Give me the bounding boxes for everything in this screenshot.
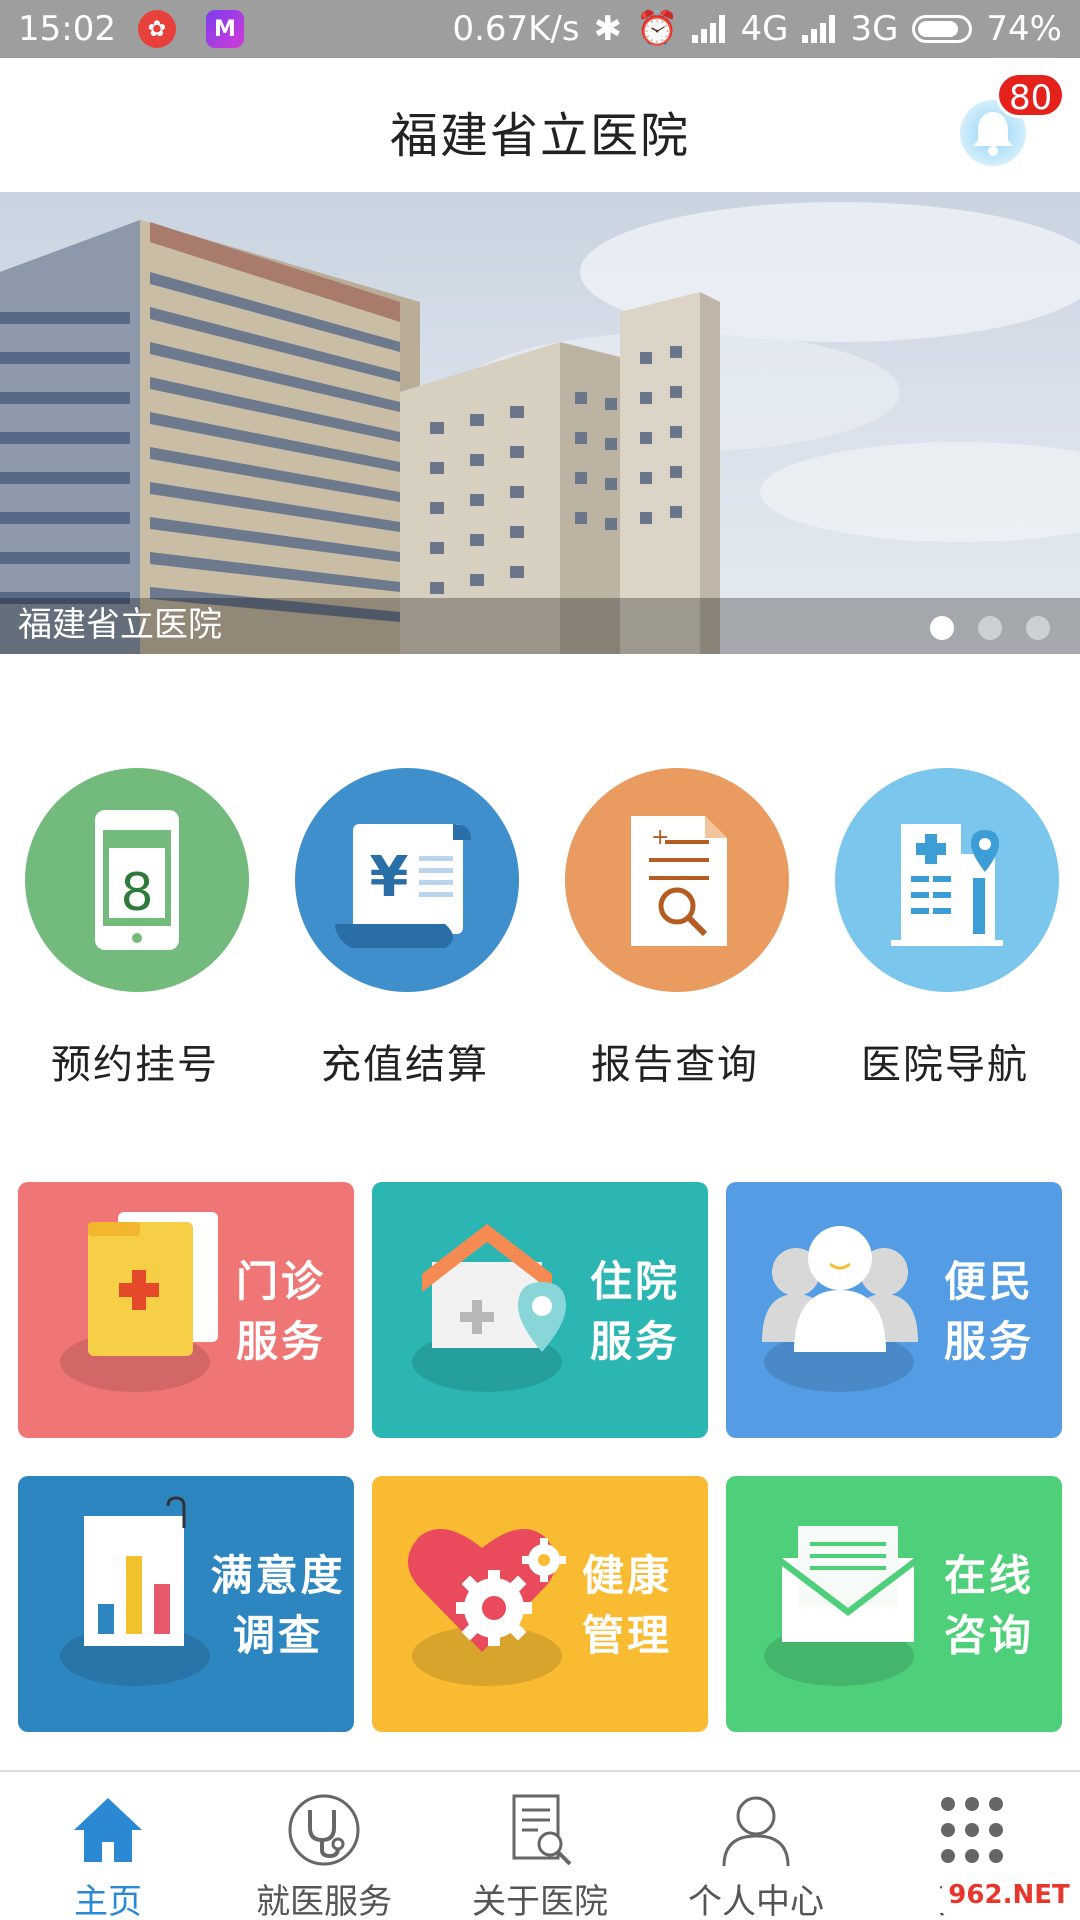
document-search-icon [512, 1794, 572, 1866]
notification-badge: 80 [996, 72, 1066, 118]
tile-label-line2: 管理 [582, 1611, 673, 1660]
tile-inpatient-service[interactable]: 住院 服务 [372, 1182, 708, 1438]
quick-action-circle: + [565, 768, 789, 992]
quick-actions: 8 预约挂号 ¥ 充值结算 + 报告查询 医院导航 [0, 768, 1080, 1098]
quick-action-circle [835, 768, 1059, 992]
status-time: 15:02 [18, 9, 116, 49]
nav-medical-service[interactable]: 就医服务 [216, 1772, 432, 1920]
tile-label-line1: 满意度 [210, 1551, 346, 1600]
quick-action-label: 医院导航 [861, 1042, 1029, 1088]
battery-level: 74% [986, 9, 1062, 49]
quick-action-report[interactable]: + 报告查询 [540, 768, 810, 1088]
quick-action-recharge[interactable]: ¥ 充值结算 [270, 768, 540, 1088]
tile-label-line2: 服务 [590, 1317, 681, 1366]
tile-label-line2: 服务 [236, 1317, 327, 1366]
app-screen: 15:02 ✿ M 0.67K/s ✱ ⏰ 4G 3G 74% 福建省立医院 8… [0, 0, 1080, 1920]
yuan-receipt-icon: ¥ [335, 824, 471, 948]
tile-label-line2: 咨询 [944, 1611, 1035, 1660]
nav-home[interactable]: 主页 [0, 1772, 216, 1920]
tile-label: 门诊 服务 [236, 1252, 326, 1372]
hospital-building-image [0, 202, 1080, 654]
tile-label: 满意度 调查 [208, 1546, 348, 1666]
tile-label-line1: 住院 [590, 1257, 681, 1306]
tile-label-line1: 在线 [944, 1551, 1035, 1600]
stethoscope-icon [288, 1794, 360, 1866]
tile-label-line2: 调查 [232, 1611, 323, 1660]
nav-about-hospital[interactable]: 关于医院 [432, 1772, 648, 1920]
phone-booking-icon: 8 [95, 810, 179, 950]
user-icon [722, 1796, 790, 1867]
quick-action-label: 充值结算 [321, 1042, 489, 1088]
bluetooth-icon: ✱ [593, 9, 623, 49]
home-icon [74, 1798, 142, 1862]
nav-label: 就医服务 [256, 1882, 392, 1920]
tile-label: 便民 服务 [944, 1252, 1034, 1372]
tile-convenience-service[interactable]: 便民 服务 [726, 1182, 1062, 1438]
svg-text:8: 8 [120, 863, 153, 923]
app-header: 福建省立医院 [0, 58, 1080, 192]
nav-label: 关于医院 [472, 1882, 608, 1920]
page-title: 福建省立医院 [389, 108, 690, 164]
tile-label-line1: 门诊 [236, 1257, 327, 1306]
quick-action-booking[interactable]: 8 预约挂号 [0, 768, 270, 1088]
quick-action-circle: ¥ [295, 768, 519, 992]
status-right-group: 0.67K/s ✱ ⏰ 4G 3G 74% [452, 0, 1062, 58]
nav-label: 个人中心 [688, 1882, 824, 1920]
quick-action-label: 预约挂号 [51, 1042, 219, 1088]
carousel-dot[interactable] [978, 616, 1002, 640]
tile-label: 在线 咨询 [944, 1546, 1034, 1666]
quick-action-label: 报告查询 [591, 1042, 759, 1088]
status-bar: 15:02 ✿ M 0.67K/s ✱ ⏰ 4G 3G 74% [0, 0, 1080, 58]
banner-carousel[interactable]: 福建省立医院 [0, 192, 1080, 654]
tile-health-management[interactable]: 健康 管理 [372, 1476, 708, 1732]
quick-action-circle: 8 [25, 768, 249, 992]
m-app-icon: M [205, 10, 244, 48]
network-4g: 4G [740, 9, 789, 49]
tile-online-consultation[interactable]: 在线 咨询 [726, 1476, 1062, 1732]
svg-text:¥: ¥ [370, 845, 409, 910]
grid-dots-icon [941, 1797, 1003, 1863]
alarm-icon: ⏰ [636, 9, 679, 49]
network-3g: 3G [850, 9, 899, 49]
tile-outpatient-service[interactable]: 门诊 服务 [18, 1182, 354, 1438]
banner-caption: 福建省立医院 [18, 605, 222, 645]
battery-icon [912, 15, 973, 43]
app-notification-icon: ✿ [137, 10, 176, 48]
tile-label-line2: 服务 [944, 1317, 1035, 1366]
tile-label: 健康 管理 [582, 1546, 672, 1666]
report-search-icon: + [631, 816, 727, 946]
signal-icon [802, 15, 836, 43]
tile-label-line1: 健康 [582, 1551, 673, 1600]
quick-action-navigation[interactable]: 医院导航 [810, 768, 1080, 1088]
carousel-indicator [930, 616, 1050, 640]
network-speed: 0.67K/s [452, 9, 580, 49]
svg-text:+: + [651, 825, 669, 850]
tile-label: 住院 服务 [590, 1252, 680, 1372]
tile-satisfaction-survey[interactable]: 满意度 调查 [18, 1476, 354, 1732]
hospital-location-icon [891, 824, 1003, 946]
bottom-navigation: 主页 就医服务 关于医院 个人中心 [0, 1770, 1080, 1920]
site-watermark: 962.NET [942, 1874, 1076, 1916]
carousel-dot[interactable] [930, 616, 954, 640]
nav-label: 主页 [74, 1882, 142, 1920]
signal-icon [692, 15, 726, 43]
nav-personal-center[interactable]: 个人中心 [648, 1772, 864, 1920]
carousel-dot[interactable] [1026, 616, 1050, 640]
tile-label-line1: 便民 [944, 1257, 1035, 1306]
